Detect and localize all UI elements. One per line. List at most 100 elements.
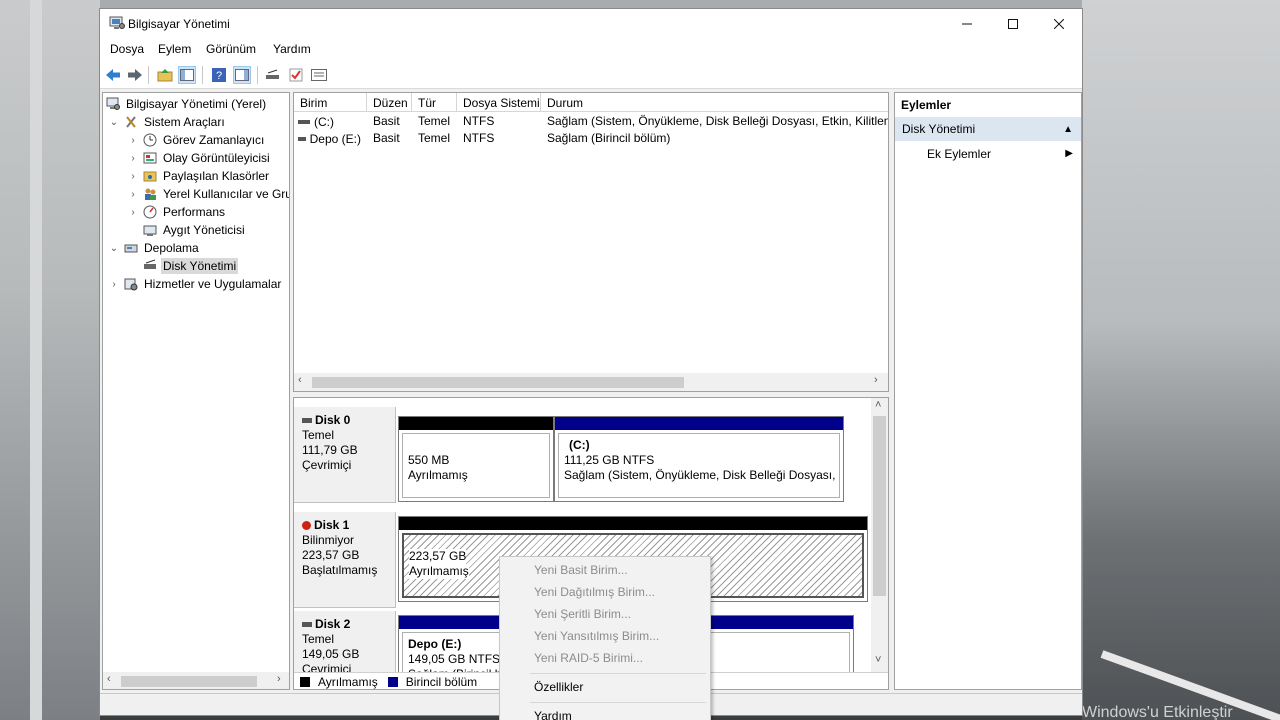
svg-text:?: ? — [216, 70, 222, 82]
disk-error-icon — [302, 521, 311, 530]
volume-status: Sağlam (Sistem, Önyükleme, Disk Belleği … — [547, 114, 889, 128]
check-properties-icon[interactable] — [287, 66, 305, 84]
context-menu: Yeni Basit Birim... Yeni Dağıtılmış Biri… — [499, 556, 711, 720]
column-header-volume[interactable]: Birim — [294, 93, 367, 112]
tree-label: Bilgisayar Yönetimi (Yerel) — [126, 97, 267, 111]
console-tree: Bilgisayar Yönetimi (Yerel) ⌄ Sistem Ara… — [102, 92, 290, 690]
maximize-button[interactable] — [990, 9, 1036, 39]
menu-help[interactable]: Yardım — [273, 42, 311, 56]
desktop-pillar — [30, 0, 42, 720]
disk-1-label[interactable]: Disk 1 Bilinmiyor 223,57 GB Başlatılmamı… — [294, 512, 396, 608]
column-header-status[interactable]: Durum — [541, 93, 888, 112]
tree-item-event-viewer[interactable]: Olay Görüntüleyicisi — [142, 149, 272, 167]
disk-status: Başlatılmamış — [302, 563, 378, 577]
volume-type: Temel — [418, 114, 451, 128]
volume-file-system: NTFS — [463, 114, 495, 128]
minimize-button[interactable] — [944, 9, 990, 39]
scrollbar-thumb[interactable] — [312, 377, 684, 388]
show-hide-action-pane-icon[interactable] — [233, 66, 251, 84]
tree-item-task-scheduler[interactable]: Görev Zamanlayıcı — [142, 131, 266, 149]
volume-file-system: NTFS — [463, 131, 495, 145]
tree-item-performance[interactable]: Performans — [142, 203, 227, 221]
tree-item-storage[interactable]: Depolama — [123, 239, 201, 257]
scroll-down-icon[interactable]: ˅ — [875, 654, 881, 666]
toolbar-separator — [257, 66, 258, 84]
volume-icon — [298, 119, 310, 124]
column-header-file-system[interactable]: Dosya Sistemi — [457, 93, 541, 112]
tree-label: Hizmetler ve Uygulamalar — [144, 277, 282, 291]
scroll-up-icon[interactable]: ˄ — [875, 399, 881, 411]
tree-horizontal-scrollbar[interactable]: ‹ › — [102, 672, 290, 690]
forward-icon[interactable] — [126, 66, 144, 84]
expand-icon[interactable]: › — [109, 275, 119, 293]
services-icon — [123, 276, 139, 292]
actions-more-actions[interactable]: Ek Eylemler ▶ — [895, 143, 1081, 165]
expand-icon[interactable]: › — [128, 149, 138, 167]
disk-drive-icon — [142, 258, 158, 274]
tree-item-shared-folders[interactable]: Paylaşılan Klasörler — [142, 167, 271, 185]
desktop-background-right — [1082, 0, 1280, 720]
actions-section-disk-management[interactable]: Disk Yönetimi ▲ — [895, 117, 1081, 141]
volume-name: (C:) — [314, 114, 334, 129]
scroll-right-icon[interactable]: › — [874, 374, 878, 386]
menu-item-new-spanned-volume[interactable]: Yeni Dağıtılmış Birim... — [500, 581, 710, 603]
activation-watermark: Windows'u Etkinleştir — [1082, 704, 1233, 720]
menu-item-new-striped-volume[interactable]: Yeni Şeritli Birim... — [500, 603, 710, 625]
disk-2-label[interactable]: Disk 2 Temel 149,05 GB Çevrimiçi — [294, 611, 396, 681]
tree-item-local-users[interactable]: Yerel Kullanıcılar ve Gru — [142, 185, 289, 203]
menu-item-properties[interactable]: Özellikler — [500, 676, 710, 698]
toolbar: ? — [100, 61, 1082, 89]
expand-icon[interactable]: › — [128, 167, 138, 185]
menu-separator — [530, 702, 706, 703]
scroll-right-icon[interactable]: › — [277, 673, 281, 685]
close-button[interactable] — [1036, 9, 1082, 39]
menu-item-new-raid5-volume[interactable]: Yeni RAID-5 Birimi... — [500, 647, 710, 669]
collapse-icon[interactable]: ⌄ — [109, 113, 119, 131]
expand-icon[interactable]: › — [128, 203, 138, 221]
volume-name: Depo (E:) — [309, 131, 361, 146]
clock-icon — [142, 132, 158, 148]
back-icon[interactable] — [104, 66, 122, 84]
partition-unallocated[interactable]: 550 MB Ayrılmamış — [398, 416, 554, 502]
menu-file[interactable]: Dosya — [110, 42, 144, 56]
disk-type: Temel — [302, 428, 335, 442]
menu-view[interactable]: Görünüm — [206, 42, 256, 56]
title-bar[interactable]: Bilgisayar Yönetimi — [100, 9, 1082, 39]
menu-item-new-simple-volume[interactable]: Yeni Basit Birim... — [500, 559, 710, 581]
partition-desc: Sağlam (Sistem, Önyükleme, Disk Belleği … — [564, 468, 840, 482]
performance-icon — [142, 204, 158, 220]
scroll-left-icon[interactable]: ‹ — [107, 673, 111, 685]
expand-icon[interactable]: › — [128, 131, 138, 149]
list-view-icon[interactable] — [310, 66, 328, 84]
tree-item-system-tools[interactable]: Sistem Araçları — [123, 113, 227, 131]
column-header-type[interactable]: Tür — [412, 93, 457, 112]
scroll-left-icon[interactable]: ‹ — [298, 374, 302, 386]
tree-label: Görev Zamanlayıcı — [163, 133, 265, 147]
column-header-layout[interactable]: Düzen — [367, 93, 412, 112]
scrollbar-thumb[interactable] — [121, 676, 257, 687]
disk-0-label[interactable]: Disk 0 Temel 111,79 GB Çevrimiçi — [294, 407, 396, 503]
menu-item-new-mirrored-volume[interactable]: Yeni Yansıtılmış Birim... — [500, 625, 710, 647]
actions-header: Eylemler — [901, 98, 952, 112]
connect-icon[interactable] — [264, 66, 282, 84]
tree-item-computer-management[interactable]: Bilgisayar Yönetimi (Yerel) — [105, 95, 268, 113]
show-hide-console-tree-icon[interactable] — [178, 66, 196, 84]
expand-icon[interactable]: › — [128, 185, 138, 203]
tree-item-services-and-applications[interactable]: Hizmetler ve Uygulamalar — [123, 275, 283, 293]
users-icon — [142, 186, 158, 202]
tree-label: Disk Yönetimi — [161, 258, 239, 274]
disk-view-vertical-scrollbar[interactable]: ˄ ˅ — [871, 398, 888, 672]
partition-c[interactable]: (C:) 111,25 GB NTFS Sağlam (Sistem, Önyü… — [554, 416, 844, 502]
storage-icon — [123, 240, 139, 256]
scrollbar-thumb[interactable] — [873, 416, 886, 596]
collapse-up-icon[interactable]: ▲ — [1063, 124, 1073, 135]
volume-list-horizontal-scrollbar[interactable]: ‹ › — [294, 373, 888, 391]
tree-item-disk-management[interactable]: Disk Yönetimi — [142, 257, 239, 275]
collapse-icon[interactable]: ⌄ — [109, 239, 119, 257]
help-icon[interactable]: ? — [210, 66, 228, 84]
menu-action[interactable]: Eylem — [158, 42, 191, 56]
menu-item-help[interactable]: Yardım — [500, 705, 710, 720]
legend-label: Ayrılmamış — [318, 674, 378, 689]
tree-item-device-manager[interactable]: Aygıt Yöneticisi — [142, 221, 247, 239]
up-folder-icon[interactable] — [156, 66, 174, 84]
